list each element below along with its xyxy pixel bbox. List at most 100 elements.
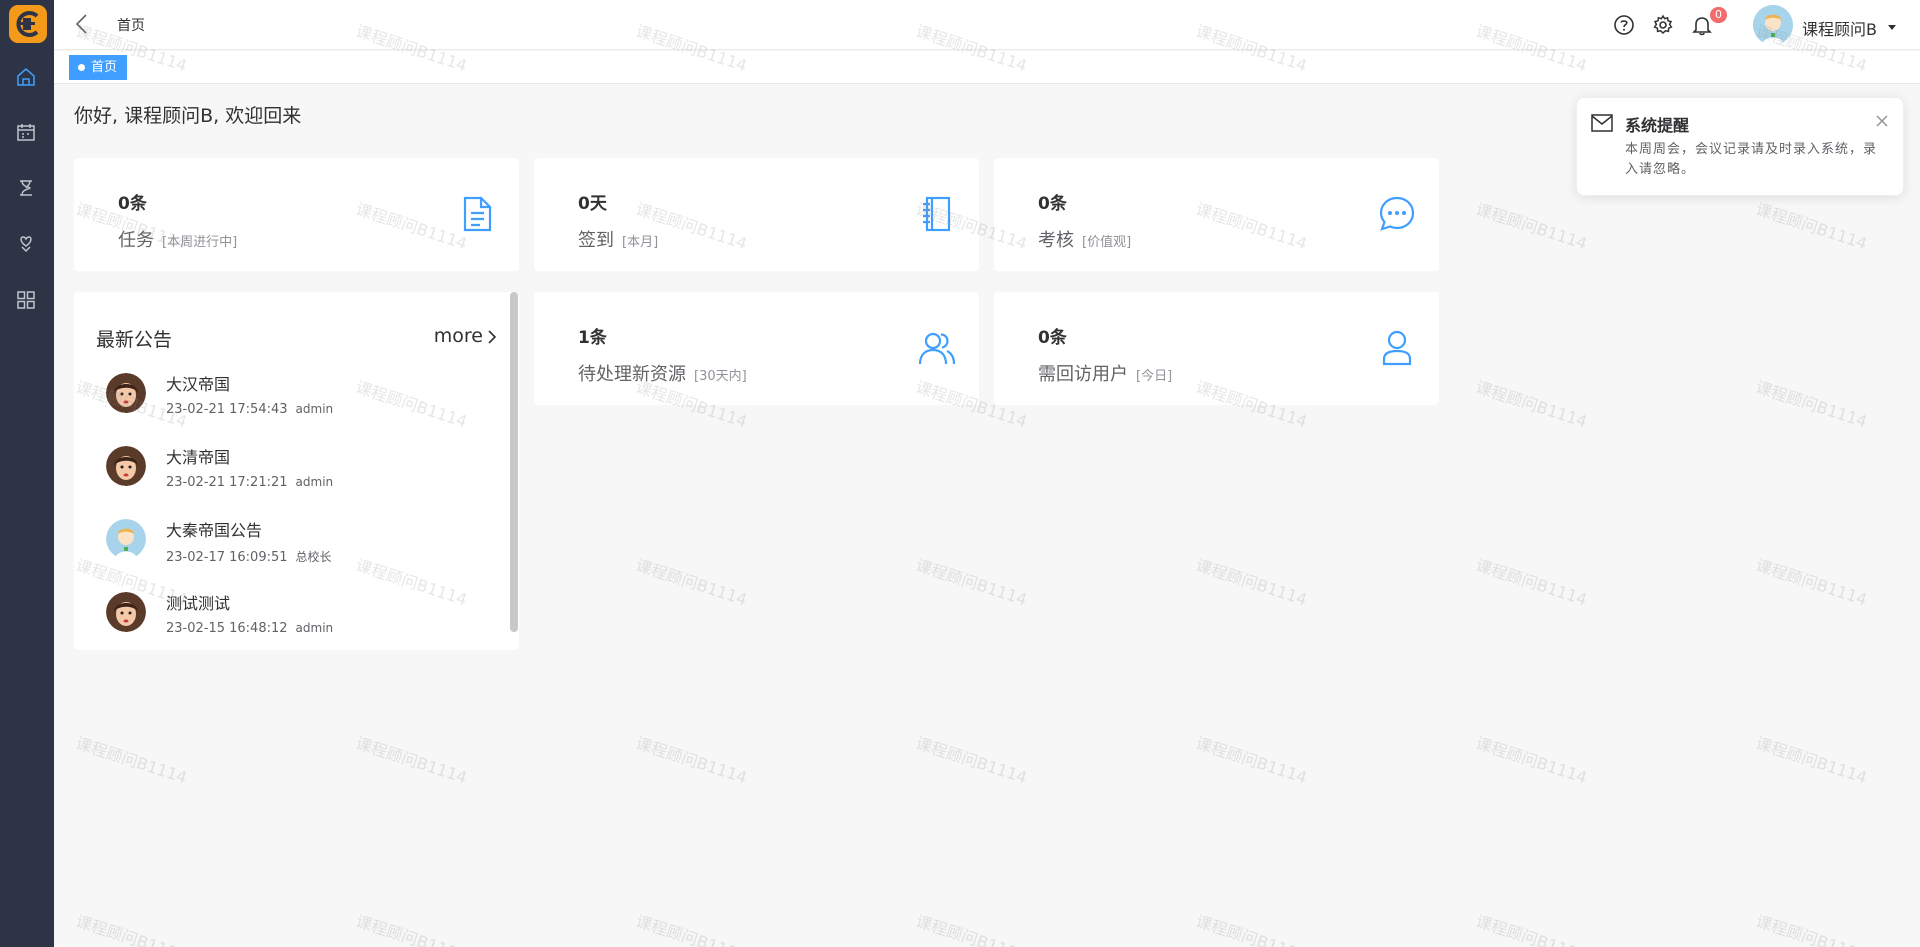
notification-title: 系统提醒 <box>1625 116 1690 135</box>
watermark-text: 课程顾问B1114 <box>353 911 470 947</box>
watermark-text: 课程顾问B1114 <box>633 733 750 788</box>
sidebar-item-apps[interactable] <box>15 289 37 311</box>
calendar-icon <box>17 124 35 141</box>
document-icon <box>463 196 492 232</box>
list-item[interactable]: 大汉帝国 23-02-21 17:54:43 admin <box>96 367 496 437</box>
tag-home[interactable]: 首页 <box>69 55 128 80</box>
stat-value: 0条 <box>1038 328 1067 348</box>
watermark-text: 课程顾问B1114 <box>1193 911 1310 947</box>
home-icon <box>17 68 35 86</box>
watermark-text: 课程顾问B1114 <box>1753 377 1870 432</box>
watermark-text: 课程顾问B1114 <box>913 911 1030 947</box>
watermark-text: 课程顾问B1114 <box>1473 555 1590 610</box>
user-menu[interactable]: 课程顾问B <box>1802 16 1877 40</box>
notice-item-title[interactable]: 大清帝国 <box>166 444 230 468</box>
settings-button[interactable] <box>1651 13 1675 37</box>
stat-label: 签到 [本月] <box>578 230 659 251</box>
watermark-text: 课程顾问B1114 <box>1473 911 1590 947</box>
notice-card: 最新公告 more 大汉帝国 23-02-21 17:54:43 admin 大清… <box>74 292 519 650</box>
back-button[interactable] <box>72 12 94 36</box>
stat-value: 0条 <box>1038 194 1067 214</box>
avatar <box>106 446 146 486</box>
chevron-left-icon <box>75 14 87 34</box>
notebook-icon <box>923 196 951 232</box>
notice-item-meta: 23-02-15 16:48:12 admin <box>166 621 334 636</box>
stat-card-revisit[interactable]: 0条 需回访用户 [今日] <box>994 292 1439 405</box>
watermark-text: 课程顾问B1114 <box>1753 911 1870 947</box>
gear-icon <box>1653 14 1673 35</box>
notice-item-title[interactable]: 大汉帝国 <box>166 371 230 395</box>
watermark-text: 课程顾问B1114 <box>913 733 1030 788</box>
stat-label: 需回访用户 [今日] <box>1038 364 1173 385</box>
sidebar-item-care[interactable] <box>15 233 37 255</box>
stat-label: 待处理新资源 [30天内] <box>578 364 747 385</box>
watermark-text: 课程顾问B1114 <box>73 733 190 788</box>
watermark-text: 课程顾问B1114 <box>1473 199 1590 254</box>
stat-card-new-resources[interactable]: 1条 待处理新资源 [30天内] <box>534 292 979 405</box>
watermark-text: 课程顾问B1114 <box>73 911 190 947</box>
watermark-text: 课程顾问B1114 <box>1753 199 1870 254</box>
watermark-text: 课程顾问B1114 <box>1473 377 1590 432</box>
list-item[interactable]: 大秦帝国公告 23-02-17 16:09:51 总校长 <box>96 513 496 583</box>
watermark-text: 课程顾问B1114 <box>633 555 750 610</box>
kid-avatar-icon <box>1753 5 1793 45</box>
notice-item-title[interactable]: 大秦帝国公告 <box>166 517 262 541</box>
watermark-text: 课程顾问B1114 <box>633 911 750 947</box>
hand-heart-icon <box>20 236 32 253</box>
chevron-right-icon[interactable] <box>485 328 499 346</box>
users-icon <box>918 332 956 365</box>
avatar[interactable] <box>1753 5 1793 45</box>
woman-avatar-icon <box>106 592 146 632</box>
woman-avatar-icon <box>106 446 146 486</box>
list-item[interactable]: 测试测试 23-02-15 16:48:12 admin <box>96 586 496 656</box>
top-header: 首页 0 课程顾问B <box>54 0 1920 50</box>
stat-label: 考核 [价值观] <box>1038 230 1132 251</box>
breadcrumb[interactable]: 首页 <box>117 15 145 35</box>
stat-card-checkin[interactable]: 0天 签到 [本月] <box>534 158 979 271</box>
tags-bar: 首页 <box>54 51 1920 84</box>
watermark-text: 课程顾问B1114 <box>1473 733 1590 788</box>
notification-badge: 0 <box>1710 7 1727 23</box>
chat-bubble-icon <box>1379 196 1415 231</box>
mail-icon <box>1591 114 1613 132</box>
sidebar-item-calendar[interactable] <box>15 121 37 143</box>
sidebar-item-hourglass[interactable] <box>15 177 37 199</box>
stat-card-assessment[interactable]: 0条 考核 [价值观] <box>994 158 1439 271</box>
watermark-text: 课程顾问B1114 <box>913 555 1030 610</box>
user-icon <box>1382 330 1412 366</box>
app-logo[interactable] <box>9 5 47 43</box>
list-item[interactable]: 大清帝国 23-02-21 17:21:21 admin <box>96 440 496 510</box>
kid-avatar-icon <box>106 519 146 559</box>
notification-message: 本周周会，会议记录请及时录入系统，录入请忽略。 <box>1625 142 1878 177</box>
help-button[interactable] <box>1612 13 1636 37</box>
notice-scrollbar[interactable] <box>510 292 518 632</box>
sidebar <box>0 0 54 947</box>
notice-title: 最新公告 <box>96 329 173 351</box>
help-icon <box>1614 15 1634 35</box>
apps-grid-icon <box>17 291 35 309</box>
caret-down-icon[interactable] <box>1888 25 1896 30</box>
watermark-text: 课程顾问B1114 <box>1193 555 1310 610</box>
greeting: 你好, 课程顾问B, 欢迎回来 <box>74 105 302 127</box>
close-icon[interactable] <box>1875 114 1889 128</box>
stat-card-tasks[interactable]: 0条 任务 [本周进行中] <box>74 158 519 271</box>
system-notification: 系统提醒 本周周会，会议记录请及时录入系统，录入请忽略。 <box>1576 97 1904 196</box>
stat-label: 任务 [本周进行中] <box>118 230 238 251</box>
notice-item-meta: 23-02-21 17:54:43 admin <box>166 402 334 417</box>
avatar <box>106 373 146 413</box>
woman-avatar-icon <box>106 373 146 413</box>
watermark-text: 课程顾问B1114 <box>1753 733 1870 788</box>
watermark-text: 课程顾问B1114 <box>1193 733 1310 788</box>
notice-item-meta: 23-02-21 17:21:21 admin <box>166 475 334 490</box>
hourglass-icon <box>20 180 32 196</box>
sidebar-item-home[interactable] <box>15 66 37 88</box>
notice-item-title[interactable]: 测试测试 <box>166 590 230 614</box>
stat-value: 0条 <box>118 194 147 214</box>
watermark-text: 课程顾问B1114 <box>1753 555 1870 610</box>
avatar <box>106 592 146 632</box>
more-link[interactable]: more <box>434 325 483 347</box>
watermark-text: 课程顾问B1114 <box>353 733 470 788</box>
logo-icon <box>16 11 39 37</box>
avatar <box>106 519 146 559</box>
stat-value: 1条 <box>578 328 607 348</box>
